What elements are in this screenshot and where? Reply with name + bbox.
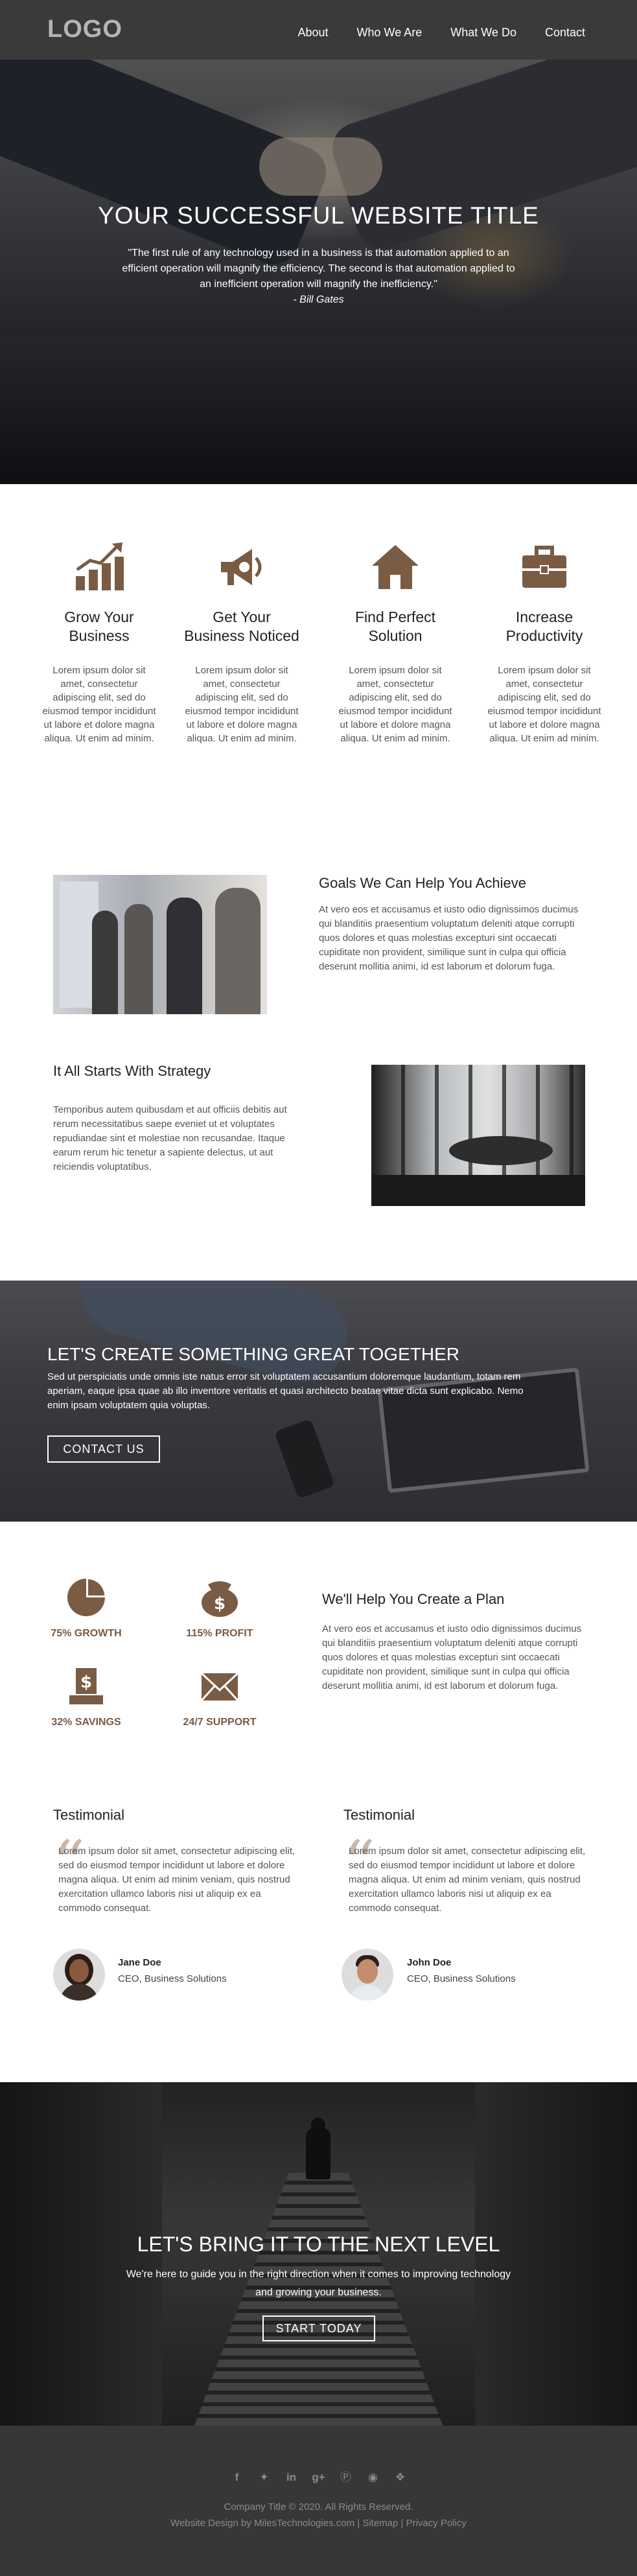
cta-section: LET'S CREATE SOMETHING GREAT TOGETHER Se… xyxy=(0,1281,637,1522)
social-links: f ✦ in g+ Ⓟ ◉ ❖ xyxy=(0,2470,637,2485)
testimonial-1: Testimonial “ Lorem ipsum dolor sit amet… xyxy=(53,1807,306,1916)
services-section: Grow Your Business Lorem ipsum dolor sit … xyxy=(0,484,637,815)
conference-room-photo xyxy=(371,1065,585,1206)
nav-what-we-do[interactable]: What We Do xyxy=(450,26,516,40)
service-title: Find Perfect Solution xyxy=(355,609,435,644)
nav-about[interactable]: About xyxy=(297,26,328,40)
plan-text: At vero eos et accusamus et iusto odio d… xyxy=(322,1623,582,1691)
stat-label: 75% GROWTH xyxy=(51,1628,122,1639)
service-increase-productivity: Increase Productivity Lorem ipsum dolor s… xyxy=(486,541,603,745)
testimonial-name: John Doe xyxy=(407,1957,452,1968)
main-nav: About Who We Are What We Do Contact xyxy=(297,26,585,40)
stat-support: 24/7 SUPPORT xyxy=(178,1665,262,1728)
google-plus-icon[interactable]: g+ xyxy=(312,2470,326,2485)
team-meeting-photo xyxy=(53,875,267,1014)
goals-title: Goals We Can Help You Achieve xyxy=(319,875,527,891)
logo[interactable]: LOGO xyxy=(47,16,122,43)
contact-us-button[interactable]: CONTACT US xyxy=(47,1435,160,1463)
cta-title: LET'S CREATE SOMETHING GREAT TOGETHER xyxy=(47,1344,459,1364)
home-icon xyxy=(372,545,419,589)
nav-contact[interactable]: Contact xyxy=(545,26,585,40)
service-title: Get Your Business Noticed xyxy=(184,609,299,644)
service-text: Lorem ipsum dolor sit amet, consectetur … xyxy=(185,665,299,744)
goals-text: At vero eos et accusamus et iusto odio d… xyxy=(319,904,579,972)
linkedin-icon[interactable]: in xyxy=(284,2470,299,2485)
testimonial-name: Jane Doe xyxy=(118,1957,161,1968)
service-text: Lorem ipsum dolor sit amet, consectetur … xyxy=(42,665,156,744)
pie-chart-icon xyxy=(67,1579,105,1616)
footer-credits: Website Design by MilesTechnologies.com … xyxy=(170,2518,467,2529)
testimonial-heading: Testimonial xyxy=(343,1807,415,1823)
cash-register-icon: $ xyxy=(69,1668,103,1704)
testimonial-role: CEO, Business Solutions xyxy=(407,1973,516,1984)
service-get-noticed: Get Your Business Noticed Lorem ipsum dol… xyxy=(183,541,300,745)
service-title: Increase Productivity xyxy=(505,609,583,644)
service-title: Grow Your Business xyxy=(64,609,134,644)
site-footer: f ✦ in g+ Ⓟ ◉ ❖ Company Title © 2020. Al… xyxy=(0,2426,637,2576)
svg-text:$: $ xyxy=(80,1673,92,1692)
stat-profit: $ 115% PROFIT xyxy=(178,1577,262,1640)
avatar-john-doe xyxy=(342,1949,393,2001)
hero-title: YOUR SUCCESSFUL WEBSITE TITLE xyxy=(98,202,539,229)
next-level-section: LET'S BRING IT TO THE NEXT LEVEL We're h… xyxy=(0,2082,637,2426)
copyright-text: Company Title © 2020. All Rights Reserve… xyxy=(224,2501,413,2512)
cta-text: Sed ut perspiciatis unde omnis iste natu… xyxy=(47,1371,524,1411)
stat-label: 32% SAVINGS xyxy=(51,1717,121,1728)
stat-label: 115% PROFIT xyxy=(186,1628,253,1639)
strategy-title: It All Starts With Strategy xyxy=(53,1063,211,1079)
facebook-icon[interactable]: f xyxy=(230,2470,244,2485)
nav-who-we-are[interactable]: Who We Are xyxy=(357,26,423,40)
envelope-icon xyxy=(200,1672,239,1702)
strategy-text: Temporibus autem quibusdam et aut offici… xyxy=(53,1104,287,1172)
briefcase-icon xyxy=(522,546,566,588)
megaphone-icon xyxy=(221,549,262,585)
hero-quote: "The first rule of any technology used i… xyxy=(117,246,520,308)
money-bag-icon: $ xyxy=(202,1581,238,1617)
twitter-icon[interactable]: ✦ xyxy=(257,2470,272,2485)
next-level-text: We're here to guide you in the right dir… xyxy=(126,2269,511,2298)
site-header: LOGO About Who We Are What We Do Contact xyxy=(0,0,637,60)
dropbox-icon[interactable]: ❖ xyxy=(393,2470,408,2485)
service-text: Lorem ipsum dolor sit amet, consectetur … xyxy=(338,665,452,744)
hero-quote-text: "The first rule of any technology used i… xyxy=(122,248,515,290)
stat-savings: $ 32% SAVINGS xyxy=(44,1665,128,1728)
stat-growth: 75% GROWTH xyxy=(44,1577,128,1640)
next-level-title: LET'S BRING IT TO THE NEXT LEVEL xyxy=(137,2233,500,2256)
testimonial-role: CEO, Business Solutions xyxy=(118,1973,227,1984)
start-today-button[interactable]: START TODAY xyxy=(262,2315,375,2341)
svg-text:$: $ xyxy=(214,1594,226,1614)
testimonial-text: Lorem ipsum dolor sit amet, consectetur … xyxy=(349,1846,586,1914)
service-grow-business: Grow Your Business Lorem ipsum dolor sit … xyxy=(41,541,157,745)
testimonial-2: Testimonial “ Lorem ipsum dolor sit amet… xyxy=(343,1807,596,1916)
plan-title: We'll Help You Create a Plan xyxy=(322,1591,505,1607)
reddit-icon[interactable]: ◉ xyxy=(366,2470,380,2485)
testimonial-heading: Testimonial xyxy=(53,1807,125,1823)
bar-chart-icon xyxy=(76,542,124,590)
hero-section: YOUR SUCCESSFUL WEBSITE TITLE "The first… xyxy=(0,60,637,484)
testimonial-text: Lorem ipsum dolor sit amet, consectetur … xyxy=(58,1846,295,1914)
hero-quote-author: - Bill Gates xyxy=(293,294,344,305)
service-text: Lorem ipsum dolor sit amet, consectetur … xyxy=(487,665,601,744)
pinterest-icon[interactable]: Ⓟ xyxy=(339,2470,353,2485)
stat-label: 24/7 SUPPORT xyxy=(183,1717,257,1728)
avatar-jane-doe xyxy=(53,1949,105,2001)
service-find-solution: Find Perfect Solution Lorem ipsum dolor s… xyxy=(337,541,454,745)
